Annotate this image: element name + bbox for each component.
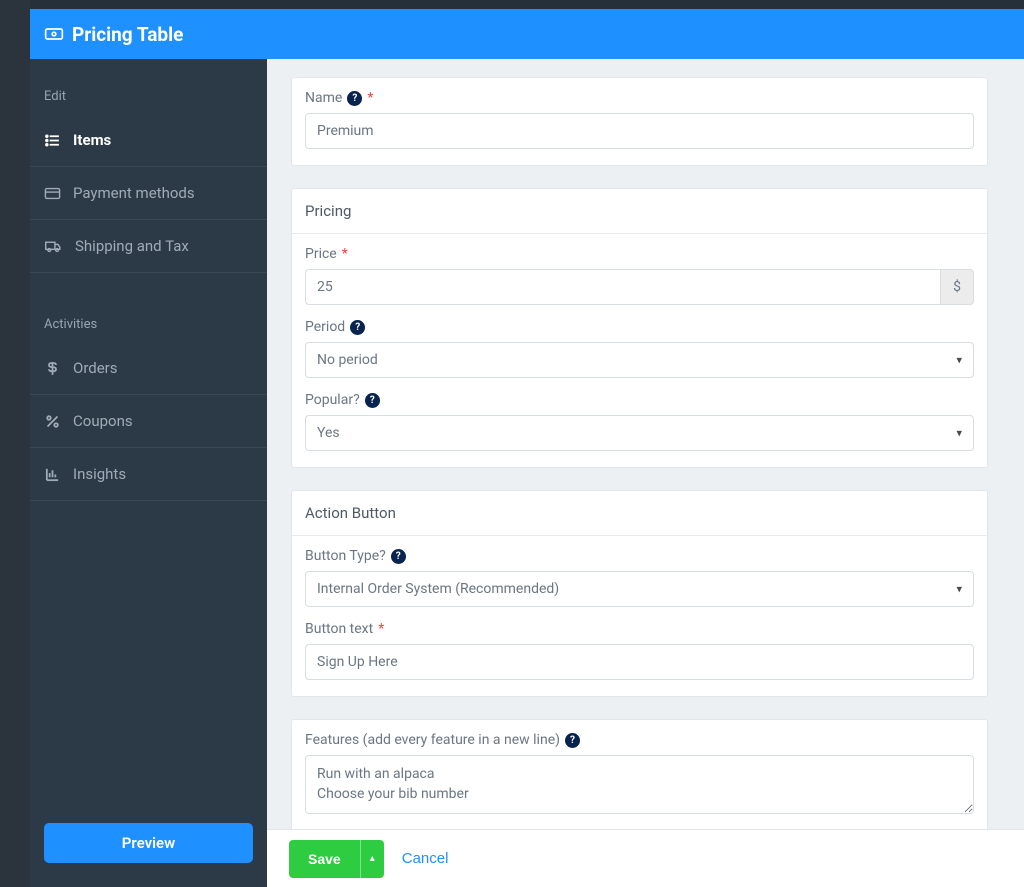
card-action-button: Action Button Button Type? ? Internal Or… — [291, 490, 988, 697]
card-name: Name ? * — [291, 77, 988, 166]
sidebar-item-label: Items — [73, 131, 111, 149]
features-textarea[interactable]: Run with an alpaca Choose your bib numbe… — [305, 755, 974, 814]
name-label: Name ? * — [305, 90, 974, 106]
chart-icon — [44, 466, 61, 483]
percent-icon — [44, 413, 61, 430]
help-icon[interactable]: ? — [350, 320, 365, 335]
save-button-group: Save ▴ — [289, 840, 384, 878]
popular-select[interactable]: Yes — [305, 415, 974, 451]
sidebar-section-activities: Activities — [30, 309, 267, 342]
sidebar-item-shipping[interactable]: Shipping and Tax — [30, 220, 267, 273]
period-select[interactable]: No period — [305, 342, 974, 378]
price-label: Price * — [305, 246, 974, 262]
pricing-icon — [44, 24, 64, 44]
help-icon[interactable]: ? — [347, 91, 362, 106]
action-header: Action Button — [292, 491, 987, 536]
button-type-select[interactable]: Internal Order System (Recommended) — [305, 571, 974, 607]
name-input[interactable] — [305, 113, 974, 149]
sidebar-item-payment[interactable]: Payment methods — [30, 167, 267, 220]
card-pricing: Pricing Price * $ Peri — [291, 188, 988, 468]
sidebar-section-edit: Edit — [30, 81, 267, 114]
save-button[interactable]: Save — [289, 840, 360, 878]
sidebar-item-label: Insights — [73, 465, 126, 483]
sidebar-item-label: Payment methods — [73, 184, 195, 202]
pricing-table-modal: Pricing Table Edit Items Payment methods… — [30, 9, 1024, 887]
card-icon — [44, 185, 61, 202]
background-strip — [0, 0, 30, 887]
help-icon[interactable]: ? — [365, 393, 380, 408]
required-mark: * — [367, 90, 373, 106]
price-input[interactable] — [305, 269, 940, 305]
help-icon[interactable]: ? — [391, 549, 406, 564]
preview-button[interactable]: Preview — [44, 823, 253, 863]
content-area: Name ? * Pricing Price * — [267, 59, 1024, 887]
popular-label: Popular? ? — [305, 392, 974, 408]
dollar-icon — [44, 360, 61, 377]
modal-footer: Save ▴ Cancel — [267, 829, 1024, 887]
save-dropdown-button[interactable]: ▴ — [360, 840, 384, 878]
period-label: Period ? — [305, 319, 974, 335]
sidebar-item-label: Orders — [73, 359, 118, 377]
required-mark: * — [342, 246, 348, 262]
card-features: Features (add every feature in a new lin… — [291, 719, 988, 835]
button-type-label: Button Type? ? — [305, 548, 974, 564]
modal-header: Pricing Table — [30, 9, 1024, 59]
sidebar-item-orders[interactable]: Orders — [30, 342, 267, 395]
sidebar: Edit Items Payment methods Shipping and … — [30, 59, 267, 887]
button-text-label: Button text * — [305, 621, 974, 637]
modal-title: Pricing Table — [72, 23, 183, 46]
required-mark: * — [378, 621, 384, 637]
modal-body: Edit Items Payment methods Shipping and … — [30, 59, 1024, 887]
features-label: Features (add every feature in a new lin… — [305, 732, 974, 748]
currency-addon: $ — [940, 269, 974, 305]
help-icon[interactable]: ? — [565, 733, 580, 748]
sidebar-item-label: Coupons — [73, 412, 133, 430]
sidebar-item-label: Shipping and Tax — [75, 237, 189, 255]
sidebar-item-items[interactable]: Items — [30, 114, 267, 167]
button-text-input[interactable] — [305, 644, 974, 680]
pricing-header: Pricing — [292, 189, 987, 234]
truck-icon — [44, 238, 63, 255]
cancel-button[interactable]: Cancel — [402, 850, 449, 867]
sidebar-item-coupons[interactable]: Coupons — [30, 395, 267, 448]
sidebar-item-insights[interactable]: Insights — [30, 448, 267, 501]
list-icon — [44, 132, 61, 149]
